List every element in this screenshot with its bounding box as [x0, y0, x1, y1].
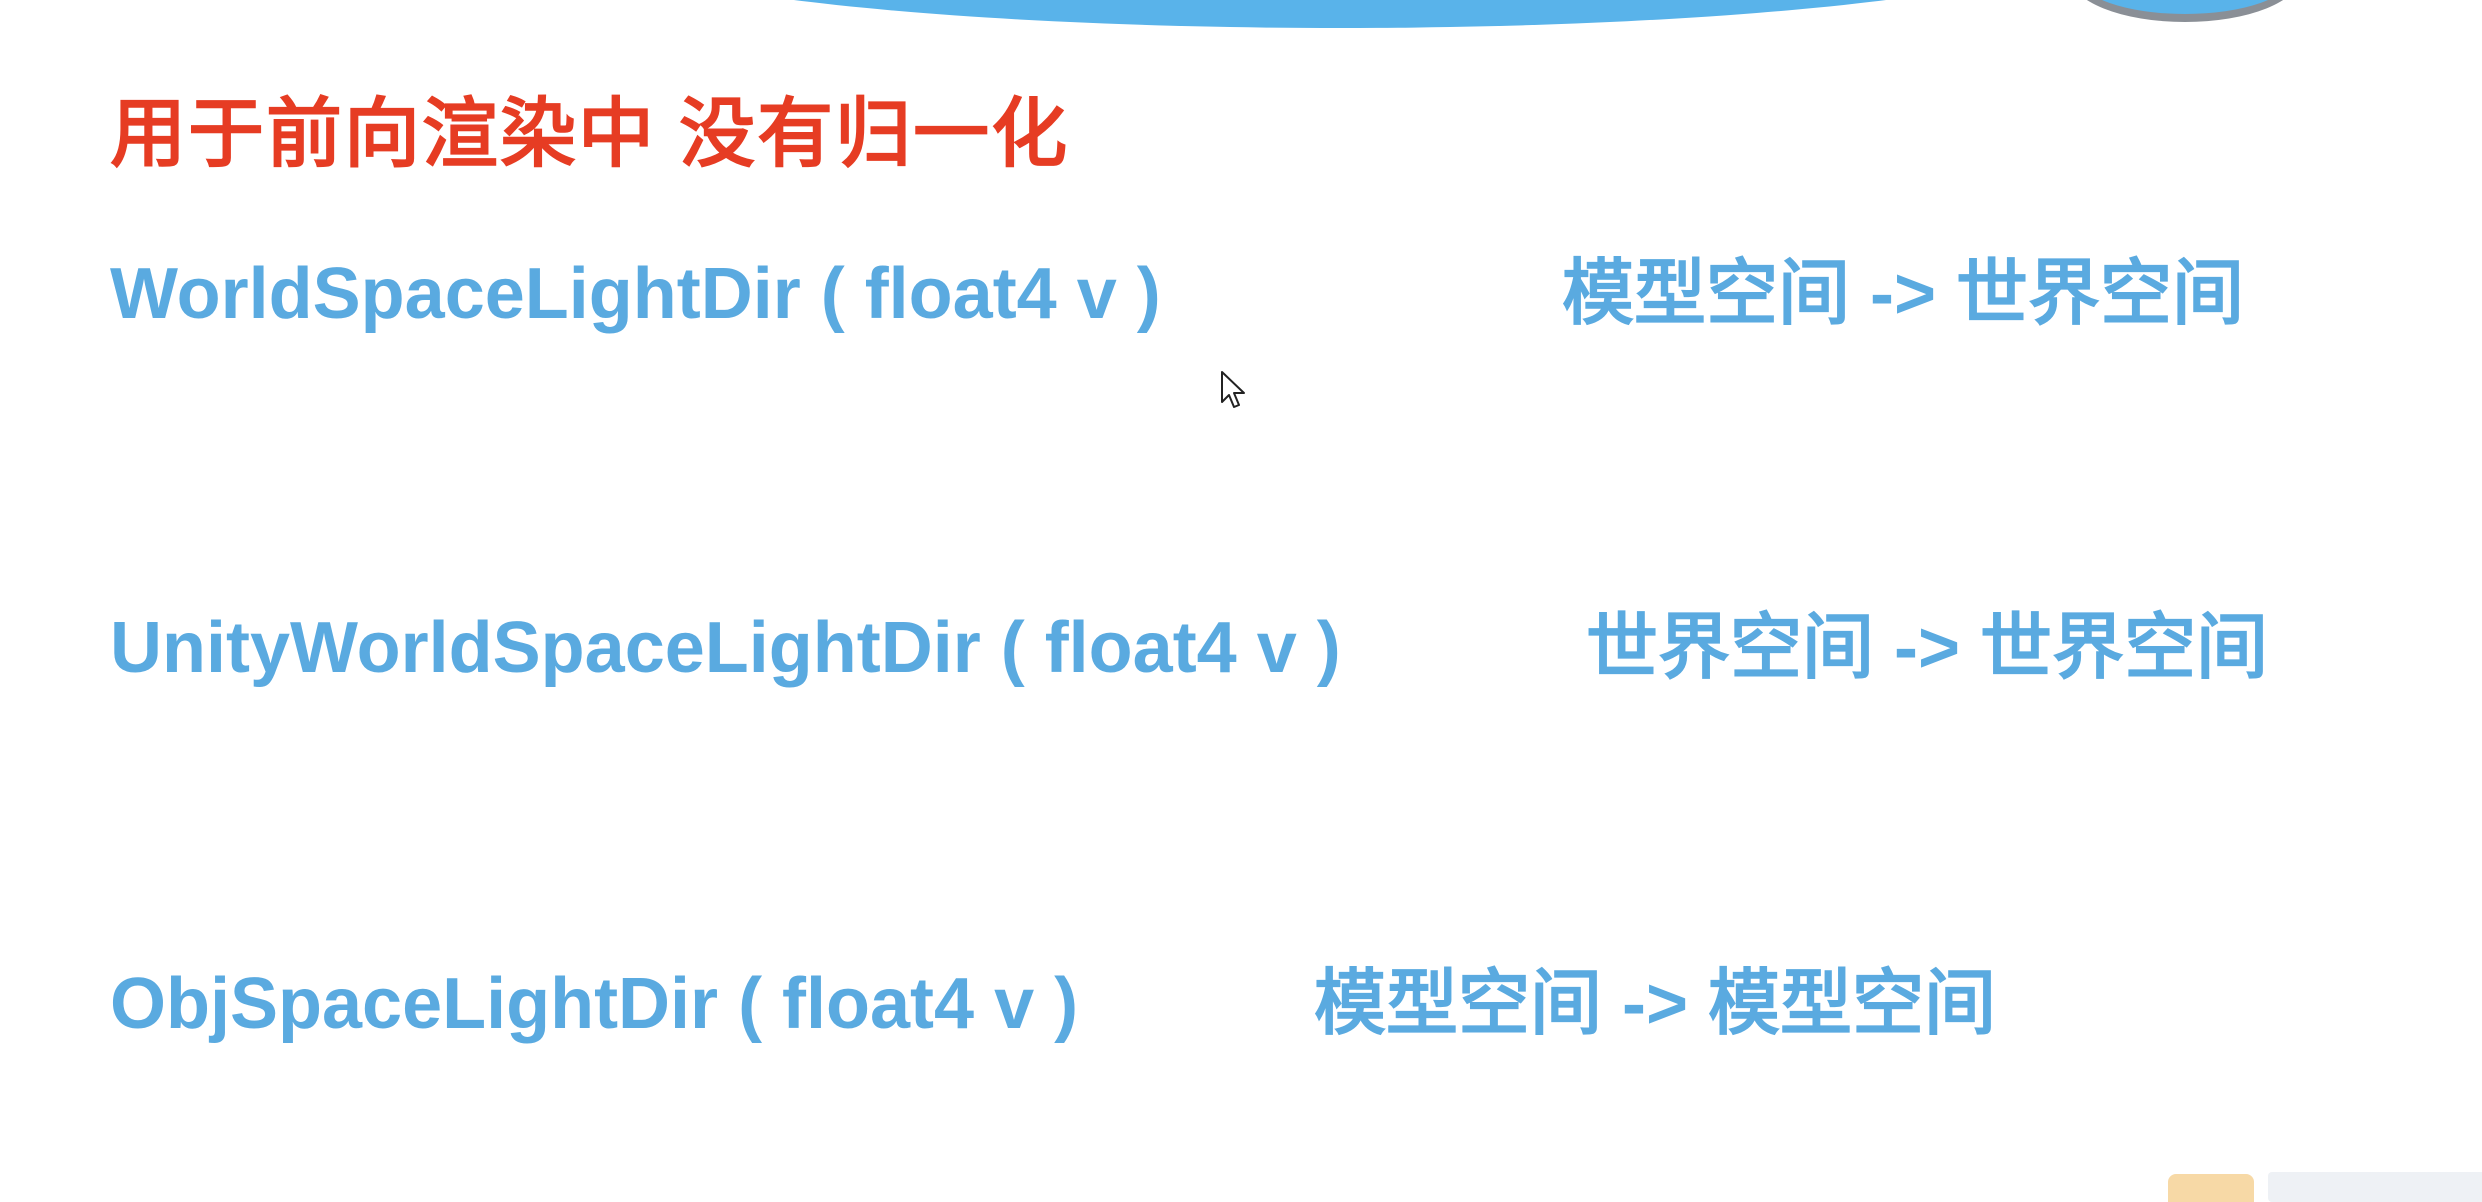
corner-decoration [2070, 0, 2300, 22]
slide-headline: 用于前向渲染中 没有归一化 [110, 92, 1070, 177]
function-signature: ObjSpaceLightDir ( float4 v ) [110, 964, 1079, 1044]
space-conversion: 模型空间 -> 世界空间 [1562, 254, 2245, 334]
mouse-pointer-icon [1221, 371, 1245, 408]
video-logo-icon [2168, 1174, 2254, 1202]
top-banner-decoration [590, 0, 2090, 28]
space-conversion: 世界空间 -> 世界空间 [1586, 608, 2269, 688]
function-signature: WorldSpaceLightDir ( float4 v ) [110, 254, 1161, 334]
space-conversion: 模型空间 -> 模型空间 [1314, 964, 1997, 1044]
watermark [2168, 1166, 2482, 1202]
function-row-unity-world-space-light-dir: UnityWorldSpaceLightDir ( float4 v ) 世界空… [110, 598, 2410, 698]
function-row-world-space-light-dir: WorldSpaceLightDir ( float4 v ) 模型空间 -> … [110, 244, 2410, 344]
watermark-text-placeholder [2268, 1172, 2482, 1202]
function-signature: UnityWorldSpaceLightDir ( float4 v ) [110, 608, 1341, 688]
slide-canvas: 用于前向渲染中 没有归一化 WorldSpaceLightDir ( float… [0, 0, 2482, 1202]
function-row-obj-space-light-dir: ObjSpaceLightDir ( float4 v ) 模型空间 -> 模型… [110, 954, 2410, 1054]
